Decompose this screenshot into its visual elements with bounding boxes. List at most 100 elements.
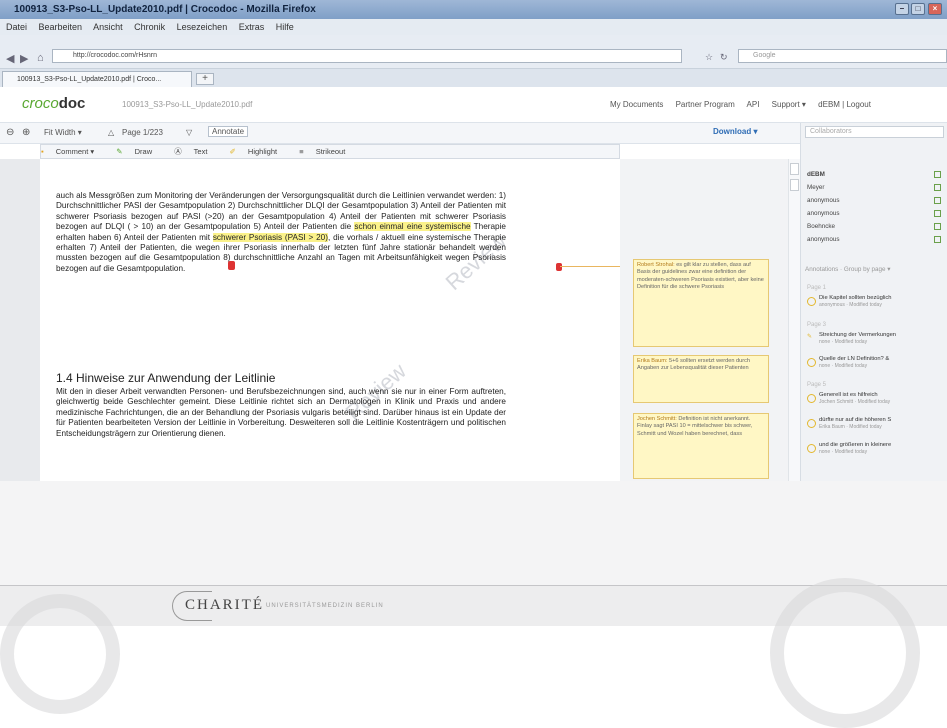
annotations-header[interactable]: Annotations · Group by page ▾ <box>805 266 944 278</box>
collaborator-item[interactable]: dEBM <box>807 171 941 178</box>
collaborator-item[interactable]: anonymous <box>807 197 941 204</box>
url-bar[interactable]: http://crocodoc.com/rHsnrn <box>52 49 682 63</box>
empty-area <box>0 481 947 585</box>
page-label: Page 3 <box>807 322 827 328</box>
menu-item[interactable]: Extras <box>239 22 265 32</box>
text-tool[interactable]: Ⓐ Text <box>174 147 217 156</box>
comment-column: Robert Strohal: es gilt klar zu stellen,… <box>620 159 788 481</box>
page-indicator[interactable]: Page 1/223 <box>122 128 163 137</box>
nav-support[interactable]: Support ▾ <box>772 100 806 109</box>
nav-api[interactable]: API <box>747 100 760 109</box>
pencil-icon: ✎ <box>116 147 123 156</box>
document-viewport[interactable]: Review Review auch als Messgrößen zum Mo… <box>0 159 620 481</box>
right-panel: Collaborators dEBM Meyer anonymous anony… <box>800 123 947 481</box>
checkbox-icon <box>934 171 941 178</box>
menu-item[interactable]: Hilfe <box>276 22 294 32</box>
collaborator-item[interactable]: anonymous <box>807 236 941 243</box>
comment-icon <box>807 444 816 453</box>
prev-page-icon[interactable]: △ <box>108 128 114 137</box>
window-titlebar: 100913_S3-Pso-LL_Update2010.pdf | Crocod… <box>0 0 947 19</box>
annotate-button[interactable]: Annotate <box>208 126 249 137</box>
comment-icon <box>807 297 816 306</box>
annotation-item[interactable]: ✎ Streichung der Vermerkungen none · Modif… <box>807 332 944 356</box>
zoom-in-icon[interactable]: ⊕ <box>22 127 30 138</box>
nav-account[interactable]: dEBM | Logout <box>818 100 871 109</box>
highlight[interactable]: schwerer Psoriasis (PASI > 20) <box>212 232 328 242</box>
reload-icon[interactable]: ↻ <box>720 52 728 63</box>
comment-note[interactable]: Jochen Schmitt: Definition ist nicht ane… <box>633 413 769 479</box>
collaborator-item[interactable]: Boehncke <box>807 223 941 230</box>
top-nav: My Documents Partner Program API Support… <box>610 100 881 109</box>
checkbox-icon <box>934 184 941 191</box>
comment-tool[interactable]: ▪ Comment ▾ <box>41 147 104 156</box>
next-page-icon[interactable]: ▽ <box>186 128 192 137</box>
download-button[interactable]: Download ▾ <box>713 127 757 136</box>
nav-partner-program[interactable]: Partner Program <box>676 100 735 109</box>
draw-tool[interactable]: ✎ Draw <box>116 147 162 156</box>
fit-width-select[interactable]: Fit Width ▾ <box>44 128 82 137</box>
page-thumbnail[interactable] <box>790 163 799 175</box>
decorative-ring <box>0 594 120 714</box>
page-label: Page 1 <box>807 285 827 291</box>
slide-footer: CHARITÉ UNIVERSITÄTSMEDIZIN BERLIN <box>0 578 947 728</box>
menu-item[interactable]: Bearbeiten <box>39 22 83 32</box>
collaborators-input[interactable]: Collaborators <box>805 126 944 138</box>
back-icon[interactable]: ◀ <box>6 52 14 65</box>
comment-icon: ▪ <box>41 147 44 156</box>
browser-tab[interactable]: 100913_S3-Pso-LL_Update2010.pdf | Croco.… <box>2 71 192 87</box>
page-thumbnail[interactable] <box>790 179 799 191</box>
viewer-toolbar: ⊖ ⊕ Fit Width ▾ △ Page 1/223 ▽ Annotate … <box>0 123 800 144</box>
annotation-item[interactable]: Generell ist es hilfreich Jochen Schmitt … <box>807 392 944 416</box>
collaborator-item[interactable]: Meyer <box>807 184 941 191</box>
annotation-marker-icon[interactable] <box>228 261 235 270</box>
text-icon: Ⓐ <box>174 147 182 156</box>
annotation-item[interactable]: dürfte nur auf die höheren S Erika Baum ·… <box>807 417 944 441</box>
checkbox-icon <box>934 236 941 243</box>
menu-bar: Datei Bearbeiten Ansicht Chronik Lesezei… <box>0 19 947 35</box>
menu-item[interactable]: Chronik <box>134 22 165 32</box>
page-label: Page 5 <box>807 382 827 388</box>
zoom-out-icon[interactable]: ⊖ <box>6 127 14 138</box>
highlight[interactable]: schon einmal eine systemische <box>354 222 471 232</box>
collaborator-item[interactable]: anonymous <box>807 210 941 217</box>
bookmark-star-icon[interactable]: ☆ <box>705 52 713 63</box>
strikeout-icon: ≡ <box>299 147 304 156</box>
comment-icon <box>807 394 816 403</box>
menu-item[interactable]: Ansicht <box>93 22 123 32</box>
new-tab-button[interactable]: + <box>196 73 214 85</box>
highlight-tool[interactable]: ✐ Highlight <box>230 147 288 156</box>
checkbox-icon <box>934 197 941 204</box>
document-paragraph: Mit den in dieser Arbeit verwandten Pers… <box>56 387 506 438</box>
close-icon[interactable]: × <box>928 3 942 15</box>
tab-bar: 100913_S3-Pso-LL_Update2010.pdf | Croco.… <box>0 69 947 87</box>
charite-logo: CHARITÉ <box>185 597 264 613</box>
nav-my-documents[interactable]: My Documents <box>610 100 663 109</box>
comment-icon <box>807 358 816 367</box>
app-header: crocodoc 100913_S3-Pso-LL_Update2010.pdf… <box>0 87 947 123</box>
menu-item[interactable]: Datei <box>6 22 27 32</box>
page-thumbnail-strip[interactable] <box>788 159 800 481</box>
forward-icon[interactable]: ▶ <box>20 52 28 65</box>
document-title: 100913_S3-Pso-LL_Update2010.pdf <box>122 100 253 109</box>
pencil-icon: ✎ <box>807 334 812 340</box>
annotation-item[interactable]: Quelle der LN Definition? & none · Modifi… <box>807 356 944 380</box>
annotation-item[interactable]: und die größeren in kleinere none · Modif… <box>807 442 944 466</box>
menu-item[interactable]: Lesezeichen <box>177 22 228 32</box>
annotation-marker-icon[interactable] <box>556 263 562 271</box>
strikeout-tool[interactable]: ≡ Strikeout <box>299 147 355 156</box>
document-paragraph: auch als Messgrößen zum Monitoring der V… <box>56 191 506 273</box>
crocodoc-logo[interactable]: crocodoc <box>22 95 85 112</box>
comment-note[interactable]: Erika Baum: 5+6 sollten ersetzt werden d… <box>633 355 769 403</box>
checkbox-icon <box>934 223 941 230</box>
minimize-icon[interactable]: – <box>895 3 909 15</box>
annotation-toolbar: ▪ Comment ▾ ✎ Draw Ⓐ Text ✐ Highlight ≡ … <box>40 144 620 159</box>
charite-subtitle: UNIVERSITÄTSMEDIZIN BERLIN <box>266 603 384 609</box>
home-icon[interactable]: ⌂ <box>37 52 44 64</box>
annotation-item[interactable]: Die Kapitel sollten bezüglich anonymous ·… <box>807 295 944 319</box>
checkbox-icon <box>934 210 941 217</box>
highlighter-icon: ✐ <box>229 147 236 156</box>
comment-note[interactable]: Robert Strohal: es gilt klar zu stellen,… <box>633 259 769 347</box>
window-title: 100913_S3-Pso-LL_Update2010.pdf | Crocod… <box>14 4 316 15</box>
search-input[interactable]: Google <box>738 49 947 63</box>
maximize-icon[interactable]: □ <box>911 3 925 15</box>
